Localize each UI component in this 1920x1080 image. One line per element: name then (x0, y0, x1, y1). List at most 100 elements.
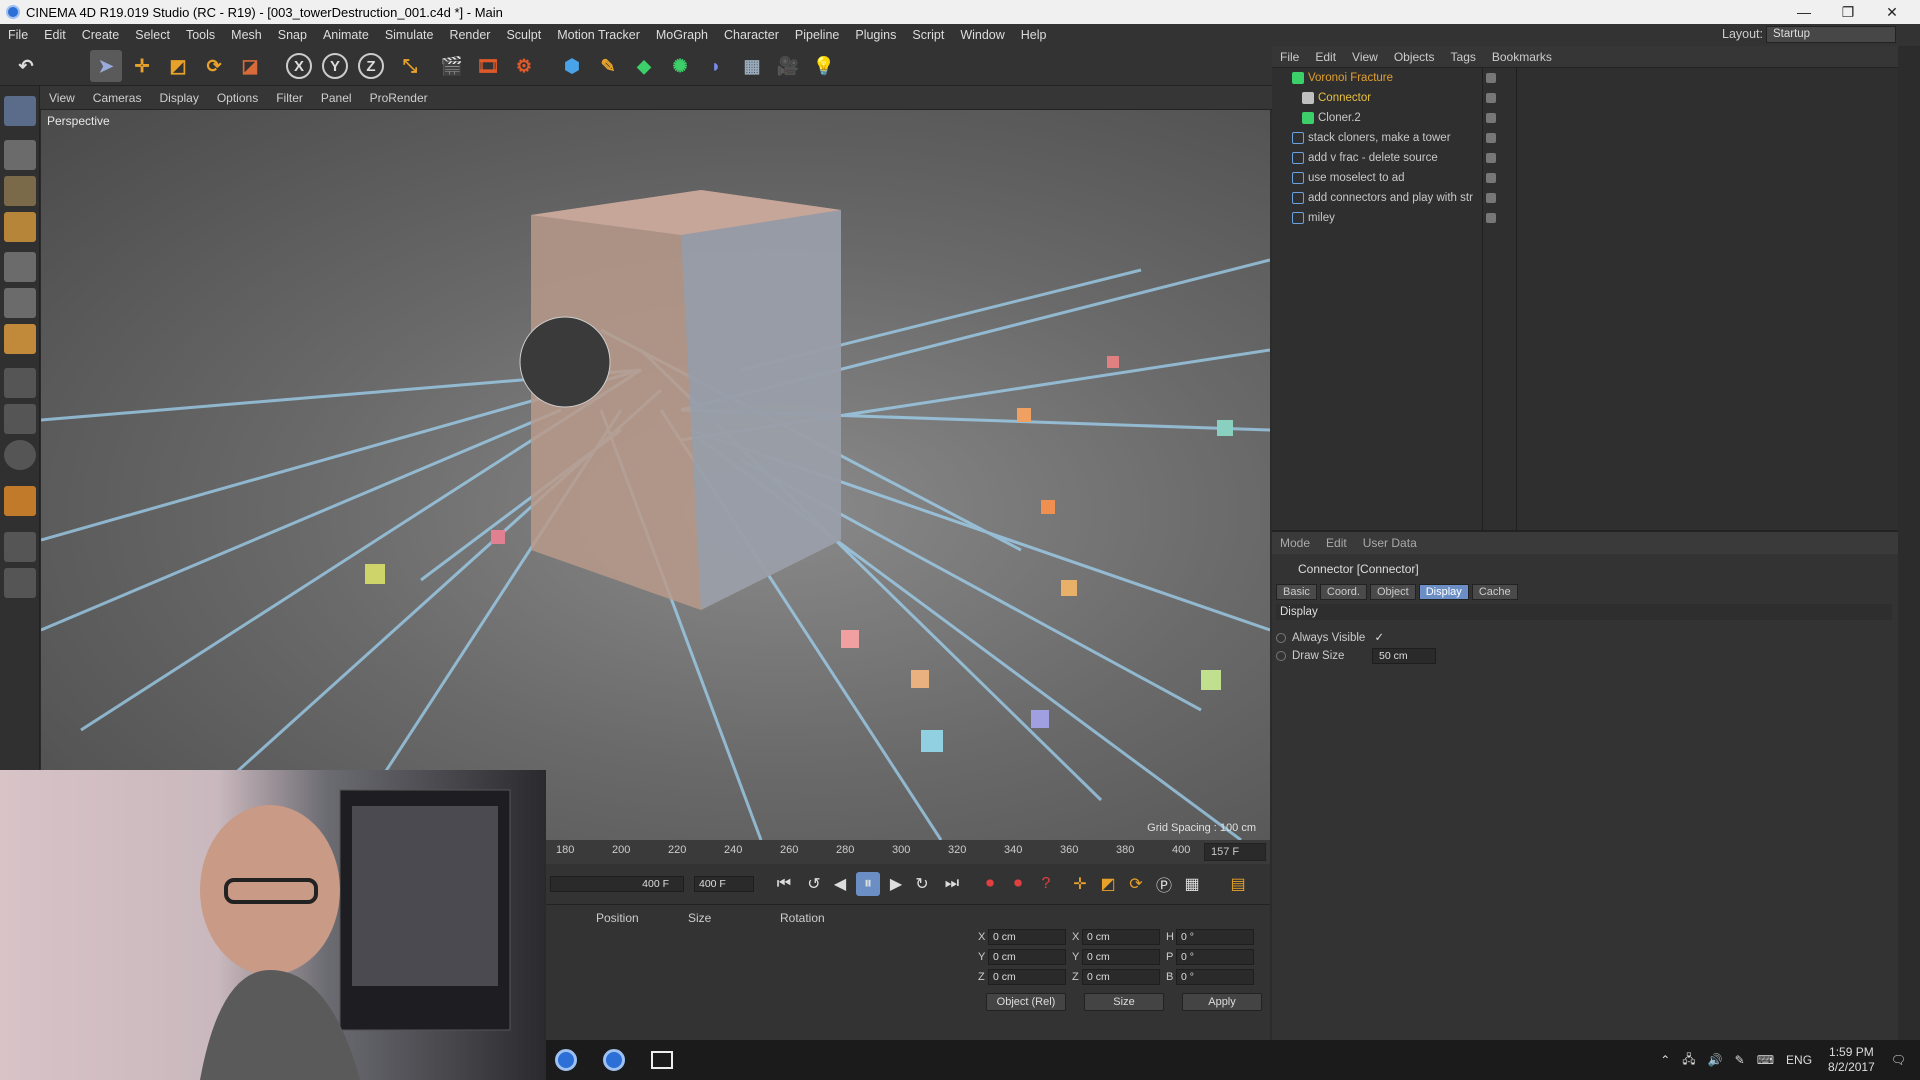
size-z-field[interactable]: 0 cm (1082, 969, 1160, 985)
axis-mode-icon[interactable] (4, 368, 36, 398)
undo-icon[interactable]: ↶ (10, 50, 42, 82)
deformer-icon[interactable]: ◗ (700, 50, 732, 82)
rotation-p-field[interactable]: 0 ° (1176, 949, 1254, 965)
system-clock[interactable]: 1:59 PM 8/2/2017 (1828, 1045, 1875, 1075)
key-rotation-icon[interactable]: ⟳ (1124, 872, 1148, 896)
next-frame-icon[interactable]: ▶ (884, 872, 908, 896)
keyboard-icon[interactable]: ⌨ (1757, 1053, 1774, 1067)
tab-basic[interactable]: Basic (1276, 584, 1317, 600)
viewport-menu-options[interactable]: Options (208, 91, 267, 105)
close-icon[interactable]: ✕ (1870, 0, 1914, 24)
rotation-h-field[interactable]: 0 ° (1176, 929, 1254, 945)
subdivision-surface-icon[interactable]: ◆ (628, 50, 660, 82)
visibility-toggle[interactable] (1486, 73, 1496, 83)
size-x-field[interactable]: 0 cm (1082, 929, 1160, 945)
animate-dot-icon[interactable] (1276, 632, 1286, 643)
size-mode-dropdown[interactable]: Size (1084, 993, 1164, 1011)
key-point-level-icon[interactable]: ▦ (1180, 872, 1204, 896)
rotation-b-field[interactable]: 0 ° (1176, 969, 1254, 985)
autokey-icon[interactable]: ⏺ (1006, 872, 1030, 896)
workplane-icon[interactable] (4, 212, 36, 242)
grid-lock-icon[interactable] (4, 532, 36, 562)
menu-help[interactable]: Help (1013, 28, 1055, 42)
magnet-icon[interactable] (4, 486, 36, 516)
tab-display[interactable]: Display (1418, 584, 1469, 600)
menu-render[interactable]: Render (441, 28, 498, 42)
workplane-lock-icon[interactable] (4, 568, 36, 598)
key-position-icon[interactable]: ✛ (1068, 872, 1092, 896)
live-selection-icon[interactable]: ➤ (90, 50, 122, 82)
om-menu-bookmarks[interactable]: Bookmarks (1484, 50, 1560, 64)
coordinate-mode-dropdown[interactable]: Object (Rel) (986, 993, 1066, 1011)
polygons-mode-icon[interactable] (4, 324, 36, 354)
menu-create[interactable]: Create (74, 28, 128, 42)
side-tab-strip[interactable] (1898, 46, 1920, 1040)
x-axis-lock-button[interactable]: X (286, 53, 312, 79)
network-icon[interactable]: 🖧 (1682, 1050, 1695, 1071)
object-row-null[interactable]: miley (1272, 208, 1900, 228)
menu-script[interactable]: Script (904, 28, 952, 42)
menu-character[interactable]: Character (716, 28, 787, 42)
menu-plugins[interactable]: Plugins (847, 28, 904, 42)
menu-motion-tracker[interactable]: Motion Tracker (549, 28, 648, 42)
render-picture-viewer-icon[interactable]: 🎞 (472, 50, 504, 82)
light-icon[interactable]: 💡 (808, 50, 840, 82)
visibility-toggle[interactable] (1486, 193, 1496, 203)
snap-icon[interactable] (4, 440, 36, 470)
texture-mode-icon[interactable] (4, 176, 36, 206)
menu-simulate[interactable]: Simulate (377, 28, 442, 42)
am-menu-mode[interactable]: Mode (1272, 536, 1318, 550)
z-axis-lock-button[interactable]: Z (358, 53, 384, 79)
layout-dropdown[interactable]: Startup (1766, 26, 1896, 43)
preview-end-field[interactable]: 400 F (550, 876, 684, 892)
viewport-menu-panel[interactable]: Panel (312, 91, 361, 105)
om-menu-file[interactable]: File (1272, 50, 1307, 64)
timeline-ruler[interactable]: 180 200 220 240 260 280 300 320 340 360 … (546, 840, 1270, 864)
notifications-icon[interactable]: 🗨 (1891, 1053, 1906, 1067)
object-row-connector[interactable]: Connector (1272, 88, 1900, 108)
key-scale-icon[interactable]: ◩ (1096, 872, 1120, 896)
restore-icon[interactable]: ❐ (1826, 0, 1870, 24)
position-y-field[interactable]: 0 cm (988, 949, 1066, 965)
object-row-null[interactable]: stack cloners, make a tower (1272, 128, 1900, 148)
cube-icon[interactable]: ⬢ (556, 50, 588, 82)
key-parameter-icon[interactable]: Ⓟ (1152, 872, 1176, 896)
tab-coord[interactable]: Coord. (1319, 584, 1367, 600)
am-menu-edit[interactable]: Edit (1318, 536, 1355, 550)
perspective-viewport[interactable]: Perspective Grid Spacing : 100 cm (41, 110, 1270, 840)
tray-chevron-icon[interactable]: ⌃ (1660, 1053, 1670, 1067)
menu-select[interactable]: Select (127, 28, 178, 42)
y-axis-lock-button[interactable]: Y (322, 53, 348, 79)
cinema4d-taskbar-icon[interactable] (546, 1046, 586, 1074)
menu-mesh[interactable]: Mesh (223, 28, 270, 42)
object-row-voronoi-fracture[interactable]: Voronoi Fracture (1272, 68, 1900, 88)
floor-scene-icon[interactable]: ▦ (736, 50, 768, 82)
pause-icon[interactable]: ⏸ (856, 872, 880, 896)
points-mode-icon[interactable] (4, 252, 36, 282)
cinema4d-taskbar-icon[interactable] (594, 1046, 634, 1074)
record-keys-icon[interactable]: ⏺ (978, 872, 1002, 896)
position-z-field[interactable]: 0 cm (988, 969, 1066, 985)
cloner-icon[interactable]: ✺ (664, 50, 696, 82)
pen-icon[interactable]: ✎ (1735, 1053, 1745, 1067)
render-view-icon[interactable]: 🎬 (436, 50, 468, 82)
viewport-menu-display[interactable]: Display (150, 91, 207, 105)
tab-object[interactable]: Object (1369, 584, 1416, 600)
language-indicator[interactable]: ENG (1786, 1053, 1812, 1067)
previous-key-icon[interactable]: ↺ (802, 872, 826, 896)
render-settings-icon[interactable]: ⚙ (508, 50, 540, 82)
menu-tools[interactable]: Tools (178, 28, 223, 42)
om-menu-objects[interactable]: Objects (1386, 50, 1443, 64)
photos-taskbar-icon[interactable] (642, 1046, 682, 1074)
scale-icon[interactable]: ◩ (162, 50, 194, 82)
visibility-toggle[interactable] (1486, 213, 1496, 223)
camera-icon[interactable]: 🎥 (772, 50, 804, 82)
menu-mograph[interactable]: MoGraph (648, 28, 716, 42)
current-frame-field[interactable]: 157 F (1204, 843, 1266, 861)
am-menu-user-data[interactable]: User Data (1355, 536, 1425, 550)
volume-icon[interactable]: 🔊 (1708, 1053, 1723, 1067)
move-icon[interactable]: ✛ (126, 50, 158, 82)
coordinate-system-icon[interactable]: ⤡ (394, 50, 426, 82)
menu-window[interactable]: Window (952, 28, 1012, 42)
viewport-menu-view[interactable]: View (40, 91, 84, 105)
